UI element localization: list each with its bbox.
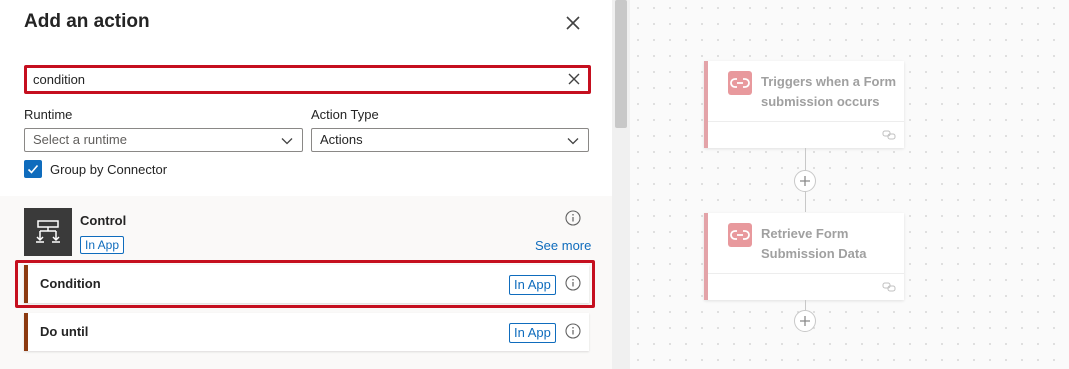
in-app-badge: In App <box>80 236 125 254</box>
scrollbar-thumb[interactable] <box>615 0 627 128</box>
step-footer <box>708 121 904 148</box>
action-label: Condition <box>40 276 101 291</box>
search-box <box>24 65 591 94</box>
forms-connector-icon <box>728 71 752 95</box>
action-condition[interactable]: Condition <box>24 265 589 303</box>
action-type-label: Action Type <box>311 107 379 122</box>
workflow-step-trigger[interactable]: Triggers when a Form submission occurs <box>704 61 904 148</box>
clear-icon[interactable] <box>566 71 582 87</box>
workflow-step-retrieve[interactable]: Retrieve Form Submission Data <box>704 213 904 300</box>
plus-icon <box>800 176 810 186</box>
action-type-dropdown[interactable]: Actions <box>311 128 589 152</box>
control-icon[interactable] <box>24 208 72 256</box>
action-label: Do until <box>40 324 89 339</box>
in-app-badge: In App <box>509 323 556 343</box>
info-icon[interactable] <box>565 275 581 291</box>
action-do-until[interactable]: Do until <box>24 313 589 351</box>
close-icon[interactable] <box>561 11 585 35</box>
link-icon <box>882 130 896 140</box>
add-action-panel: Add an action Runtime Select a runtime A… <box>0 0 612 369</box>
action-type-value: Actions <box>320 132 363 147</box>
forms-connector-icon <box>728 223 752 247</box>
link-icon <box>882 282 896 292</box>
in-app-badge: In App <box>509 275 556 295</box>
add-step-button[interactable] <box>794 170 816 192</box>
panel-title: Add an action <box>24 11 150 32</box>
designer-canvas <box>630 0 1069 369</box>
chevron-down-icon <box>281 138 293 145</box>
runtime-dropdown[interactable]: Select a runtime <box>24 128 303 152</box>
plus-icon <box>800 316 810 326</box>
runtime-placeholder: Select a runtime <box>33 132 127 147</box>
group-by-connector-label: Group by Connector <box>50 162 168 177</box>
see-more-link[interactable]: See more <box>535 238 591 253</box>
step-title: Triggers when a Form submission occurs <box>761 74 897 109</box>
group-by-connector-checkbox[interactable] <box>24 160 42 178</box>
search-input[interactable] <box>33 70 553 89</box>
checkmark-icon <box>27 164 39 174</box>
info-icon[interactable] <box>565 210 581 226</box>
step-footer <box>708 273 904 300</box>
flow-connector-line <box>805 300 806 310</box>
info-icon[interactable] <box>565 323 581 339</box>
add-step-button[interactable] <box>794 310 816 332</box>
step-title: Retrieve Form Submission Data <box>761 226 867 261</box>
runtime-label: Runtime <box>24 107 73 122</box>
chevron-down-icon <box>567 138 579 145</box>
connector-name: Control <box>80 213 127 228</box>
